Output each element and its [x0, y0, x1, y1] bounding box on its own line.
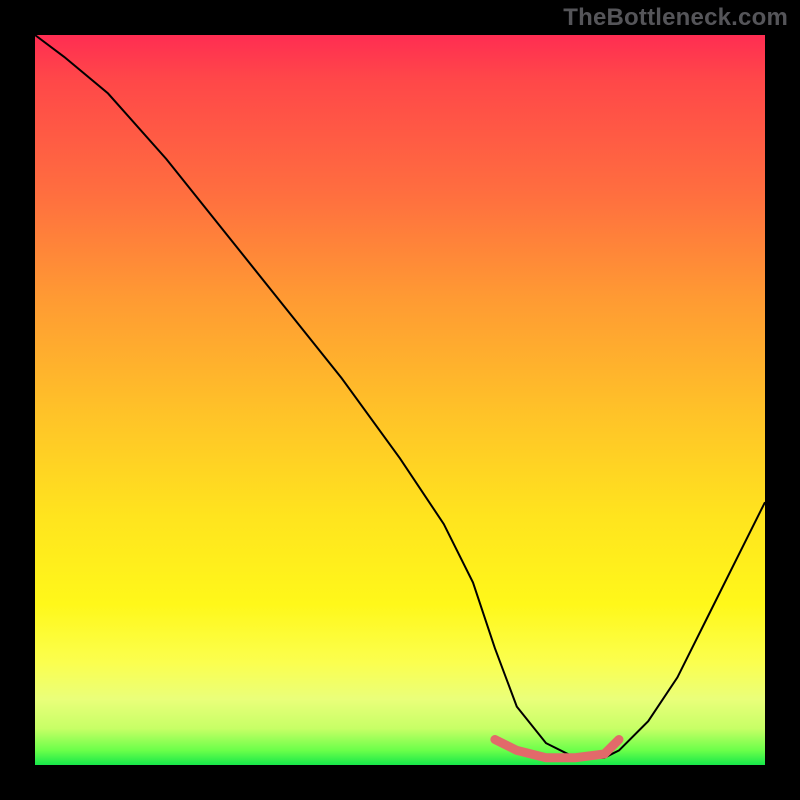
watermark-text: TheBottleneck.com [563, 4, 788, 32]
plot-area [35, 35, 765, 765]
curve-layer [35, 35, 765, 765]
chart-container: TheBottleneck.com [0, 0, 800, 800]
bottleneck-curve [35, 35, 765, 758]
